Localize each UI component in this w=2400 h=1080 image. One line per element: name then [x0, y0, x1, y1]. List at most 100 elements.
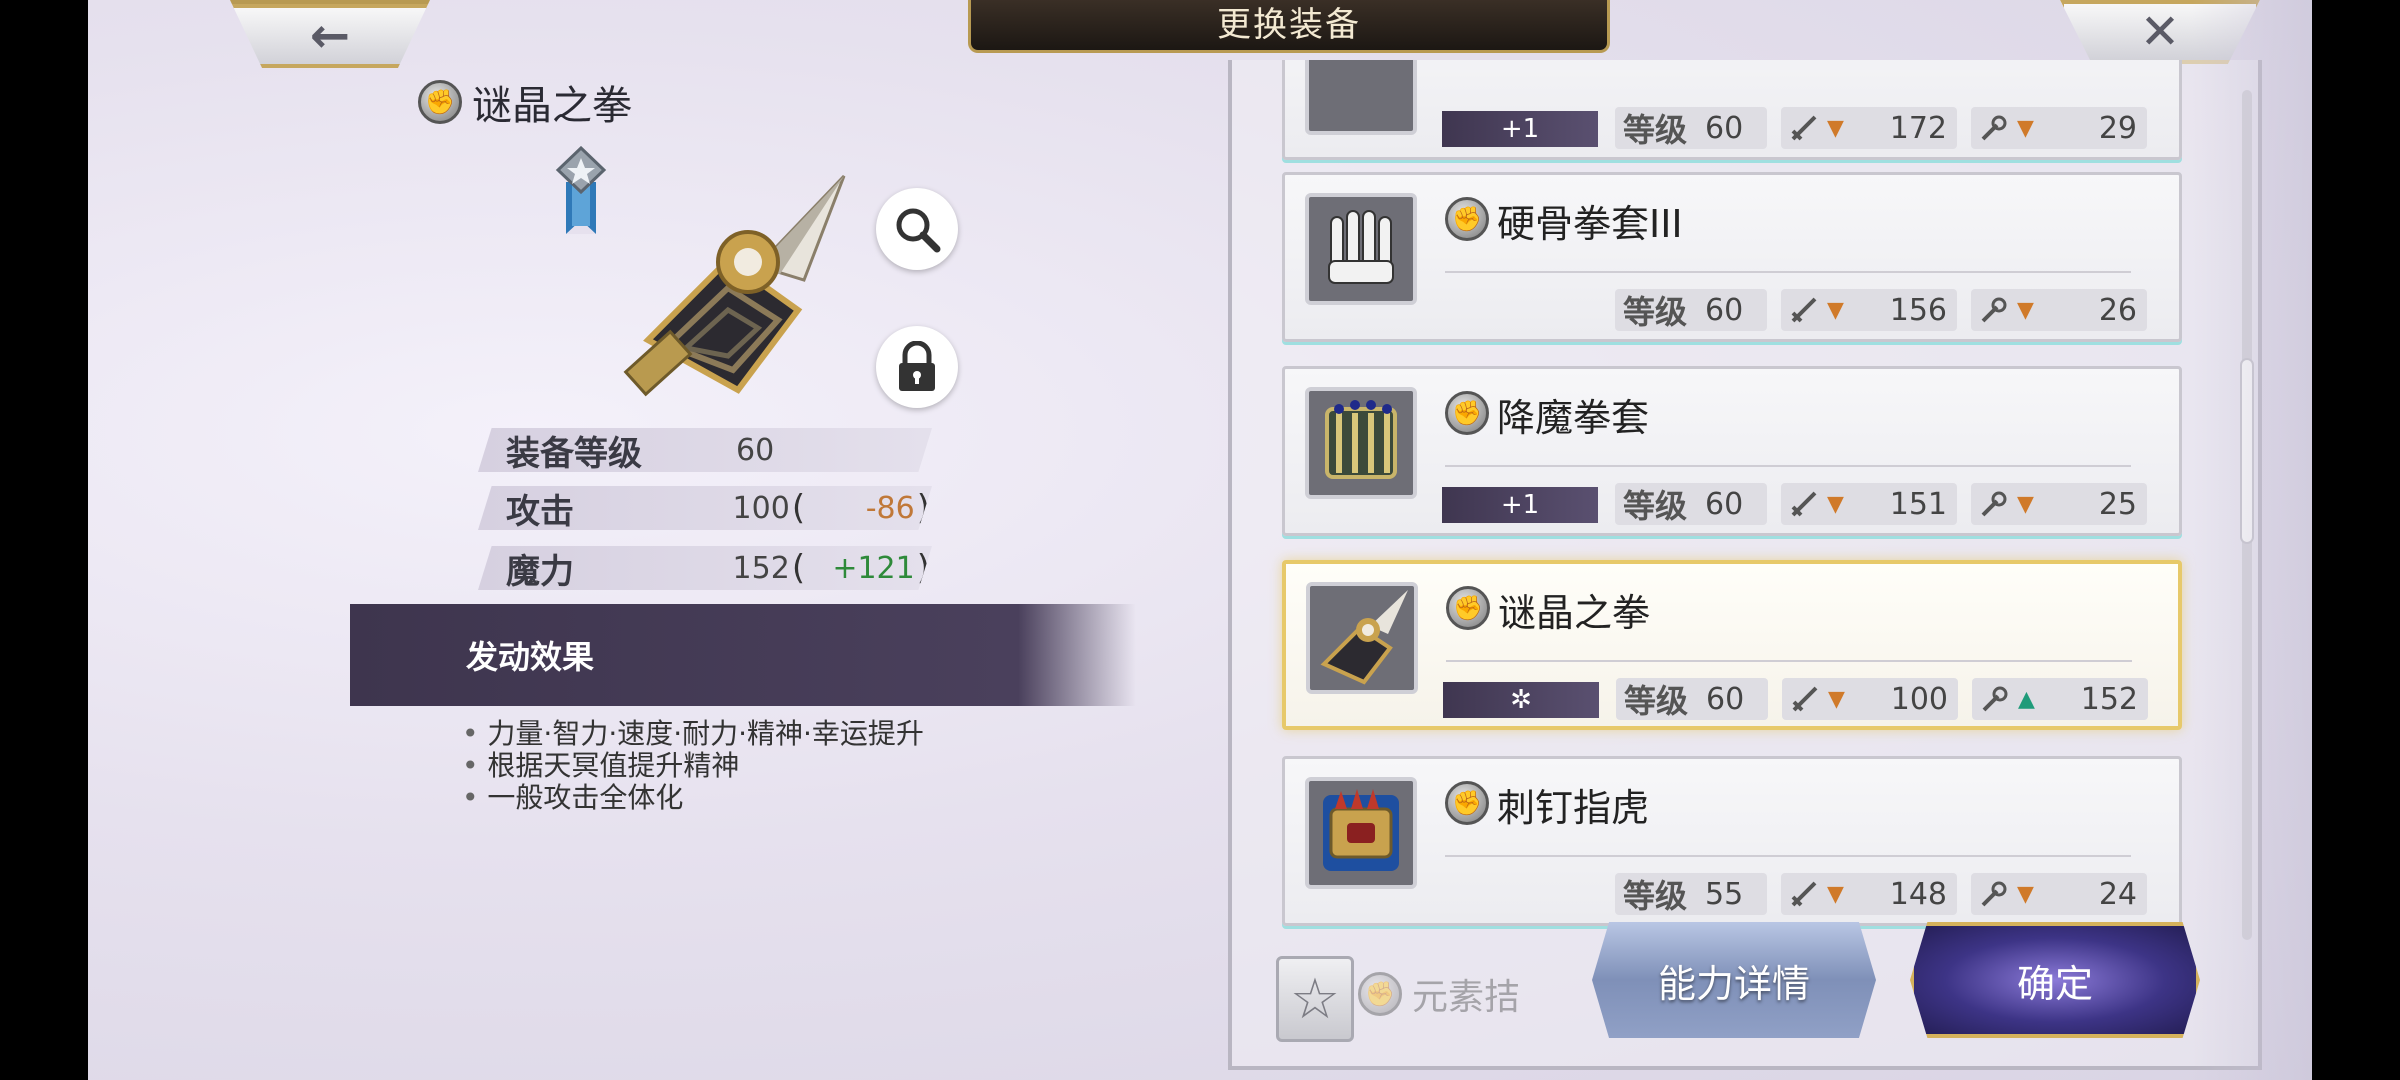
trend-down-icon: ▼ [1827, 297, 1844, 323]
level-value: 55 [1705, 876, 1744, 912]
trend-up-icon: ▲ [2018, 686, 2035, 712]
level-value: 60 [1705, 486, 1744, 522]
effect-item: 根据天冥值提升精神 [462, 750, 924, 782]
lock-icon [899, 341, 935, 391]
item-name: 硬骨拳套III [1497, 202, 1683, 246]
item-name: 降魔拳套 [1497, 396, 1650, 440]
spiked-knuckle-thumbnail [1305, 777, 1417, 889]
attack-value: 172 [1889, 110, 1947, 146]
level-pill: 等级 55 [1615, 873, 1767, 915]
gauntlet-category-icon: ✊ [1445, 391, 1489, 435]
close-icon: ✕ [2139, 4, 2181, 60]
equipment-card-selected[interactable]: ✊ 谜晶之拳 ✲ 等级 60 ▼ 100 ▲ 152 [1282, 560, 2182, 730]
magic-pill: ▼ 29 [1971, 107, 2147, 149]
trend-down-icon: ▼ [1827, 491, 1844, 517]
item-name: 元素拮 [1412, 977, 1521, 1018]
back-button[interactable]: ← [230, 0, 430, 68]
paren-open: ( [791, 548, 806, 588]
partial-list-item: ✊ 元素拮 [1358, 968, 1520, 1020]
item-thumbnail [1305, 60, 1417, 135]
equipment-card[interactable]: ✊ 硬骨拳套III 等级 60 ▼ 156 ▼ 26 [1282, 172, 2182, 342]
stat-label: 装备等级 [506, 433, 642, 474]
trend-down-icon: ▼ [2017, 881, 2034, 907]
confirm-button[interactable]: 确定 [1910, 922, 2200, 1038]
level-value: 60 [1705, 110, 1744, 146]
staff-icon [1981, 297, 2007, 323]
magic-pill: ▼ 25 [1971, 483, 2147, 525]
equipment-card[interactable]: ✊ 刺钉指虎 等级 55 ▼ 148 ▼ 24 [1282, 756, 2182, 926]
page-title: 更换装备 [968, 0, 1610, 53]
level-label: 等级 [1623, 293, 1688, 331]
staff-icon [1981, 491, 2007, 517]
favorite-button[interactable]: ☆ [1276, 956, 1354, 1042]
level-pill: 等级 60 [1615, 483, 1767, 525]
attack-value: 148 [1889, 876, 1947, 912]
magic-value: 26 [2098, 292, 2137, 328]
ability-details-label: 能力详情 [1657, 961, 1810, 1006]
trend-down-icon: ▼ [2017, 491, 2034, 517]
effect-list: 力量·智力·速度·耐力·精神·幸运提升 根据天冥值提升精神 一般攻击全体化 [462, 718, 924, 814]
back-arrow-icon: ← [309, 8, 351, 64]
attack-pill: ▼ 151 [1781, 483, 1957, 525]
zoom-button[interactable] [876, 188, 958, 270]
attack-pill: ▼ 100 [1782, 678, 1958, 720]
trend-down-icon: ▼ [1828, 686, 1845, 712]
trend-down-icon: ▼ [2017, 115, 2034, 141]
gauntlet-category-icon: ✊ [1446, 586, 1490, 630]
paren-close: ) [916, 548, 930, 588]
magic-value: 29 [2098, 110, 2137, 146]
staff-icon [1981, 115, 2007, 141]
ability-details-button[interactable]: 能力详情 [1592, 922, 1876, 1038]
stat-value: 152 [732, 550, 790, 586]
level-label: 等级 [1623, 487, 1688, 525]
attack-pill: ▼ 172 [1781, 107, 1957, 149]
stat-row-attack: 攻击 100 ( -86 ) [478, 486, 932, 530]
divider [1445, 271, 2131, 273]
level-label: 等级 [1624, 682, 1689, 720]
effect-header: 发动效果 [350, 604, 1136, 706]
screen: ← 更换装备 ✕ ✊ 谜晶之拳 装备等级 60 攻击 100 (-86) 魔… [88, 0, 2312, 1080]
paren-close: ) [916, 488, 930, 528]
stat-diff: -86 [865, 490, 915, 526]
divider [1445, 465, 2131, 467]
magnifier-icon [896, 208, 941, 253]
magic-pill: ▼ 24 [1971, 873, 2147, 915]
sword-icon [1791, 115, 1817, 141]
trend-down-icon: ▼ [1827, 881, 1844, 907]
level-pill: 等级 60 [1616, 678, 1768, 720]
gauntlet-category-icon: ✊ [1445, 781, 1489, 825]
star-icon: ☆ [1289, 966, 1341, 1032]
sword-icon [1792, 686, 1818, 712]
mystic-crystal-fist-thumbnail [1306, 582, 1418, 694]
equipment-list[interactable]: +1 等级 60 ▼ 172 ▼ 29 ✊ 硬骨拳套III 等级 60 ▼ 15… [1228, 60, 2262, 1070]
item-name: 刺钉指虎 [1497, 786, 1650, 830]
magic-pill: ▲ 152 [1972, 678, 2148, 720]
bone-gauntlet-thumbnail [1305, 193, 1417, 305]
scrollbar-thumb[interactable] [2240, 358, 2254, 544]
stat-row-level: 装备等级 60 [478, 428, 932, 472]
lock-button[interactable] [876, 326, 958, 408]
equipment-card[interactable]: ✊ 降魔拳套 +1 等级 60 ▼ 151 ▼ 25 [1282, 366, 2182, 536]
magic-value: 24 [2098, 876, 2137, 912]
stat-diff: +121 [832, 550, 915, 586]
attack-value: 100 [1890, 681, 1948, 717]
divider [1445, 855, 2131, 857]
level-value: 60 [1706, 681, 1745, 717]
trend-down-icon: ▼ [2017, 297, 2034, 323]
equipped-badge: ✲ [1443, 682, 1599, 718]
gauntlet-category-icon: ✊ [418, 80, 462, 124]
close-button[interactable]: ✕ [2060, 0, 2260, 64]
demon-gauntlet-thumbnail [1305, 387, 1417, 499]
item-title: ✊ 谜晶之拳 [418, 74, 632, 130]
attack-pill: ▼ 148 [1781, 873, 1957, 915]
magic-value: 25 [2098, 486, 2137, 522]
stat-value: 60 [736, 432, 775, 468]
item-name: 谜晶之拳 [1498, 591, 1651, 635]
staff-icon [1981, 881, 2007, 907]
effect-item: 一般攻击全体化 [462, 782, 924, 814]
refine-badge: +1 [1442, 487, 1598, 523]
attack-pill: ▼ 156 [1781, 289, 1957, 331]
equipment-card[interactable]: +1 等级 60 ▼ 172 ▼ 29 [1282, 60, 2182, 160]
sword-icon [1791, 491, 1817, 517]
level-label: 等级 [1623, 877, 1688, 915]
